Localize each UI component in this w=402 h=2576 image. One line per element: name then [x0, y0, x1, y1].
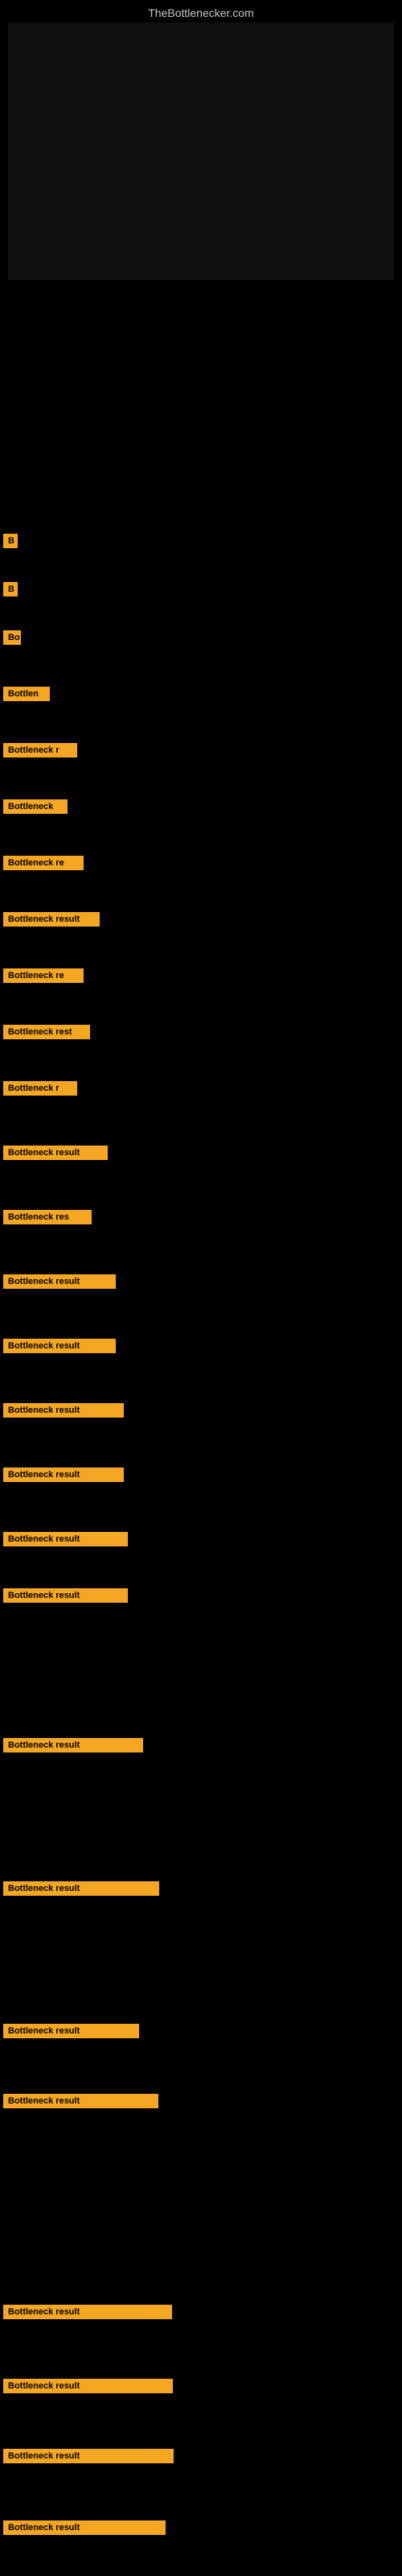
- list-item: Bottleneck result: [3, 2445, 174, 2467]
- bottleneck-label: Bottleneck result: [3, 2024, 139, 2038]
- list-item: Bottleneck result: [3, 1528, 128, 1550]
- bottleneck-label: Bo: [3, 630, 21, 645]
- bottleneck-label: Bottleneck result: [3, 1881, 159, 1896]
- bottleneck-label: Bottleneck result: [3, 2520, 166, 2535]
- list-item: Bottleneck result: [3, 1270, 116, 1293]
- bottleneck-label: B: [3, 582, 18, 597]
- list-item: Bottleneck result: [3, 2301, 172, 2323]
- list-item: B: [3, 578, 18, 601]
- bottleneck-label: Bottleneck result: [3, 2305, 172, 2319]
- list-item: Bottleneck result: [3, 1734, 143, 1757]
- bottleneck-label: Bottleneck: [3, 799, 68, 814]
- list-item: Bottleneck result: [3, 2516, 166, 2539]
- bottleneck-label: Bottleneck result: [3, 1146, 108, 1160]
- site-title: TheBottlenecker.com: [0, 0, 402, 23]
- chart-area: [8, 23, 394, 280]
- bottleneck-label: Bottleneck res: [3, 1210, 92, 1224]
- bottleneck-label: Bottlen: [3, 687, 50, 701]
- bottleneck-label: Bottleneck result: [3, 1274, 116, 1289]
- list-item: Bottleneck result: [3, 2090, 158, 2112]
- bottleneck-label: Bottleneck result: [3, 2449, 174, 2463]
- list-item: Bottleneck result: [3, 1463, 124, 1486]
- bottleneck-label: Bottleneck result: [3, 1339, 116, 1353]
- list-item: Bottleneck result: [3, 1877, 159, 1900]
- list-item: Bottleneck result: [3, 2375, 173, 2397]
- list-item: Bottleneck result: [3, 1141, 108, 1164]
- list-item: Bottlen: [3, 683, 50, 705]
- items-container: B B Bo Bottlen Bottleneck r Bottleneck Bottlen…: [0, 296, 402, 2389]
- list-item: Bottleneck re: [3, 964, 84, 987]
- bottleneck-label: Bottleneck r: [3, 743, 77, 758]
- bottleneck-label: B: [3, 534, 18, 548]
- list-item: Bottleneck result: [3, 1335, 116, 1357]
- bottleneck-label: Bottleneck result: [3, 1588, 128, 1603]
- bottleneck-label: Bottleneck result: [3, 912, 100, 927]
- list-item: Bottleneck result: [3, 1399, 124, 1422]
- list-item: Bottleneck result: [3, 1584, 128, 1607]
- bottleneck-label: Bottleneck rest: [3, 1025, 90, 1039]
- list-item: B: [3, 530, 18, 552]
- bottleneck-label: Bottleneck r: [3, 1081, 77, 1096]
- bottleneck-label: Bottleneck result: [3, 2094, 158, 2108]
- bottleneck-label: Bottleneck result: [3, 2379, 173, 2393]
- bottleneck-label: Bottleneck re: [3, 856, 84, 870]
- list-item: Bottleneck r: [3, 739, 77, 762]
- bottleneck-label: Bottleneck result: [3, 1468, 124, 1482]
- list-item: Bottleneck re: [3, 852, 84, 874]
- list-item: Bottleneck: [3, 795, 68, 818]
- bottleneck-label: Bottleneck re: [3, 968, 84, 983]
- bottleneck-label: Bottleneck result: [3, 1738, 143, 1752]
- list-item: Bo: [3, 626, 21, 649]
- list-item: Bottleneck result: [3, 908, 100, 931]
- list-item: Bottleneck result: [3, 2020, 139, 2042]
- list-item: Bottleneck res: [3, 1206, 92, 1228]
- list-item: Bottleneck rest: [3, 1021, 90, 1043]
- bottleneck-label: Bottleneck result: [3, 1403, 124, 1418]
- list-item: Bottleneck r: [3, 1077, 77, 1100]
- bottleneck-label: Bottleneck result: [3, 1532, 128, 1546]
